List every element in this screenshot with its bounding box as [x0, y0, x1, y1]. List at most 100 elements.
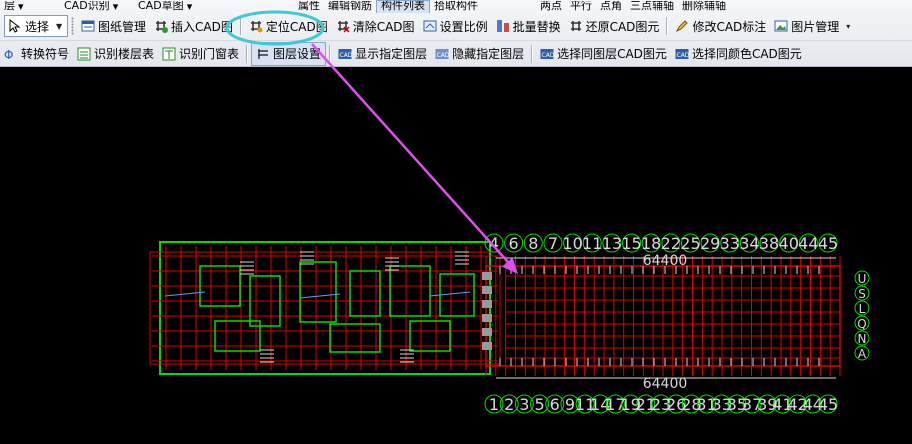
toolbar-grip[interactable] [71, 17, 75, 35]
layer-combo[interactable]: 层 ▾ [0, 1, 60, 13]
restore-cad-label: 还原CAD图元 [585, 19, 660, 34]
recognize-floor-button[interactable]: 识别楼层表 [73, 43, 158, 65]
recognize-door-window-label: 识别门窗表 [179, 47, 240, 61]
select-same-color-label: 选择同颜色CAD图元 [691, 47, 802, 61]
edit-rebar-button[interactable]: 编辑钢筋 [324, 1, 376, 13]
bottom-axis-number: 9 [565, 395, 575, 414]
show-layer-label: 显示指定图层 [355, 47, 428, 61]
batch-replace-button[interactable]: 批量替换 [492, 15, 565, 37]
edit-annotation-icon [675, 19, 689, 33]
toolbar-area: 层 ▾ CAD识别 ▾ CAD草图 ▾ 属性 编辑钢筋 构件列表 拾取构件 两点… [0, 0, 912, 67]
insert-cad-label: 插入CAD图 [171, 19, 233, 34]
layer-settings-label: 图层设置 [273, 47, 322, 61]
top-axis-number: 6 [509, 234, 519, 253]
svg-text:CAD: CAD [542, 52, 555, 59]
restore-cad-button[interactable]: 还原CAD图元 [565, 15, 664, 37]
cad-sketch-label: CAD草图 [138, 0, 184, 12]
top-axis-number: 8 [528, 234, 538, 253]
toolbar-separator [246, 44, 249, 63]
top-axis-number: 11 [582, 234, 602, 253]
set-scale-button[interactable]: 设置比例 [419, 15, 492, 37]
svg-text:Φ: Φ [4, 48, 13, 61]
cad-toolbar-row: 选择 ▼ 图纸管理 插入CAD图 定位CAD图 清除CAD图 设置比例 批量替换 [0, 13, 912, 39]
cad-recognize-combo[interactable]: CAD识别 ▾ [60, 1, 134, 13]
hide-layer-label: 隐藏指定图层 [452, 47, 525, 61]
locate-cad-label: 定位CAD图 [265, 19, 328, 34]
three-point-axis-button[interactable]: 三点辅轴 [626, 1, 678, 13]
right-axis-letter: S [858, 287, 866, 301]
cad-same-layer-icon: CAD [540, 47, 554, 61]
bottom-axis-number: 6 [550, 395, 560, 414]
select-tool-label: 选择 [25, 19, 50, 34]
select-same-layer-label: 选择同图层CAD图元 [557, 47, 667, 61]
select-same-color-button[interactable]: CAD 选择同颜色CAD图元 [671, 43, 806, 65]
cad-canvas[interactable]: 4 6 8 7 10 11 13 15 18 22 25 29 33 34 38 40 44 45 1 2 3 5 6 9 11… [0, 66, 912, 444]
top-axis-number: 15 [621, 234, 641, 253]
chevron-down-icon: ▼ [55, 21, 63, 31]
hide-layer-button[interactable]: CAD 隐藏指定图层 [431, 43, 528, 65]
insert-cad-icon [154, 19, 169, 33]
image-manage-label: 图片管理 [791, 19, 840, 34]
top-axis-number: 34 [739, 234, 759, 253]
cursor-icon [7, 19, 21, 33]
clear-cad-label: 清除CAD图 [352, 19, 415, 34]
edit-annotation-button[interactable]: 修改CAD标注 [671, 15, 770, 37]
drawing-manage-button[interactable]: 图纸管理 [77, 15, 150, 37]
top-axis-number: 10 [562, 234, 582, 253]
recognize-floor-label: 识别楼层表 [94, 47, 155, 61]
select-same-layer-button[interactable]: CAD 选择同图层CAD图元 [536, 43, 671, 65]
bottom-axis-number: 3 [519, 395, 529, 414]
axis-label-block [482, 314, 492, 322]
insert-cad-button[interactable]: 插入CAD图 [150, 15, 237, 37]
top-axis-number: 13 [602, 234, 622, 253]
pick-component-button[interactable]: 拾取构件 [430, 1, 482, 13]
delete-axis-button[interactable]: 删除辅轴 [678, 1, 730, 13]
toolbar-separator [239, 17, 242, 35]
toolbar-separator [666, 17, 669, 35]
plan-room [439, 273, 475, 317]
convert-symbol-button[interactable]: Φ 转换符号 [0, 43, 73, 65]
scale-icon [423, 19, 437, 33]
top-axis-number: 22 [661, 234, 681, 253]
right-axis-letter: A [858, 347, 867, 361]
top-axis-number: 4 [489, 234, 499, 253]
locate-cad-icon [249, 19, 263, 33]
clear-cad-button[interactable]: 清除CAD图 [332, 15, 419, 37]
convert-symbol-label: 转换符号 [21, 47, 70, 61]
cad-layer-toolbar-row: Φ 转换符号 识别楼层表 识别门窗表 图层设置 CAD 显示指定图层 CAD 隐… [0, 40, 912, 66]
recognize-floor-icon [77, 47, 91, 61]
top-toolbar-row: 层 ▾ CAD识别 ▾ CAD草图 ▾ 属性 编辑钢筋 构件列表 拾取构件 两点… [0, 0, 912, 13]
parallel-button[interactable]: 平行 [566, 1, 596, 13]
set-scale-label: 设置比例 [439, 19, 488, 34]
plan-room [329, 323, 381, 353]
batch-replace-label: 批量替换 [512, 19, 561, 34]
plan-accent-line [164, 291, 206, 297]
drawing-manage-icon [81, 19, 95, 33]
top-axis-number: 25 [680, 234, 700, 253]
right-axis-letter: U [858, 272, 867, 286]
locate-cad-button[interactable]: 定位CAD图 [245, 15, 332, 37]
point-angle-button[interactable]: 点角 [596, 1, 626, 13]
axis-label-block [482, 342, 492, 350]
two-point-button[interactable]: 两点 [536, 1, 566, 13]
bottom-axis-number: 1 [489, 395, 499, 414]
top-axis-number: 7 [548, 234, 558, 253]
layer-settings-button[interactable]: 图层设置 [251, 41, 327, 66]
svg-text:CAD: CAD [676, 52, 689, 59]
recognize-door-window-button[interactable]: 识别门窗表 [158, 43, 243, 65]
top-axis-number: 45 [818, 234, 838, 253]
right-axis-letter: Q [857, 317, 866, 331]
recognize-door-window-icon [162, 47, 176, 61]
cad-drawing[interactable]: 4 6 8 7 10 11 13 15 18 22 25 29 33 34 38 40 44 451 2 3 5 6 9 11… [0, 66, 912, 444]
properties-button[interactable]: 属性 [294, 1, 324, 13]
show-layer-button[interactable]: CAD 显示指定图层 [334, 43, 431, 65]
select-tool-dropdown[interactable]: 选择 ▼ [4, 15, 69, 37]
image-manage-button[interactable]: 图片管理 ▾ [770, 15, 858, 37]
plan-room [389, 265, 431, 317]
layer-settings-icon [256, 47, 270, 61]
cad-sketch-combo[interactable]: CAD草图 ▾ [134, 1, 208, 13]
right-axis-letter: N [858, 332, 867, 346]
component-list-button[interactable]: 构件列表 [376, 0, 430, 13]
cad-show-layer-icon: CAD [338, 47, 352, 61]
edit-annotation-label: 修改CAD标注 [692, 19, 767, 34]
